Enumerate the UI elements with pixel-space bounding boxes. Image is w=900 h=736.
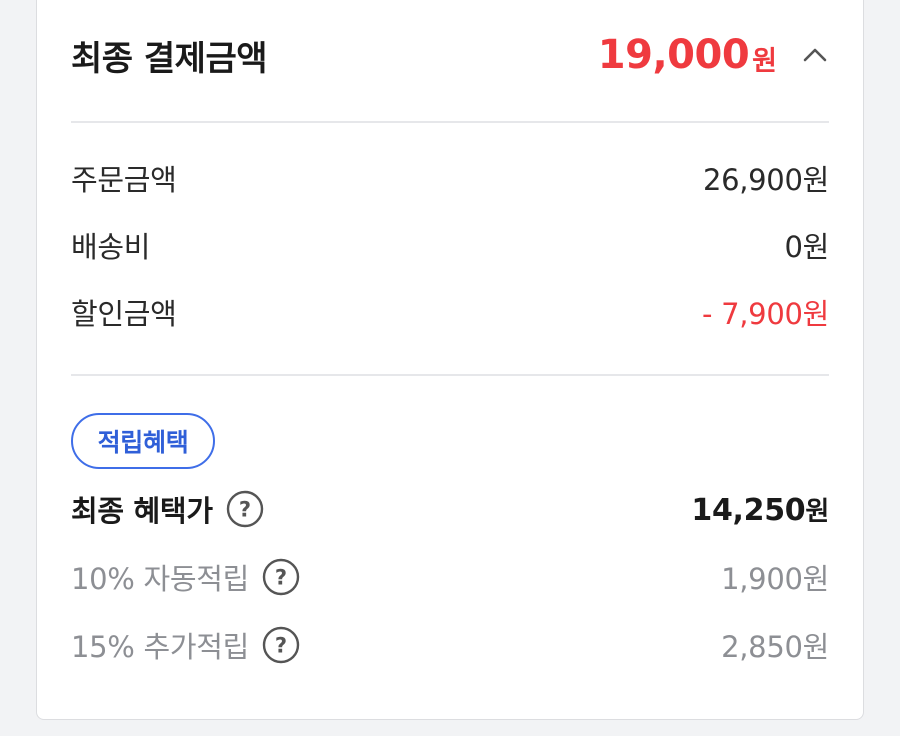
auto-reward-row: 10% 자동적립 ? 1,900원 bbox=[71, 557, 829, 597]
final-payment-amount: 19,000 bbox=[597, 32, 750, 78]
discount-amount-label: 할인금액 bbox=[71, 297, 177, 331]
extra-reward-label-group: 15% 추가적립 ? bbox=[71, 624, 301, 666]
payment-summary-header[interactable]: 최종 결제금액 19,000 원 bbox=[71, 23, 829, 87]
order-amount-label: 주문금액 bbox=[71, 163, 177, 197]
divider bbox=[71, 121, 829, 123]
help-circle-icon[interactable]: ? bbox=[225, 489, 265, 529]
order-amount-value: 26,900원 bbox=[702, 163, 829, 197]
final-benefit-label: 최종 혜택가 bbox=[71, 494, 213, 528]
extra-reward-value: 2,850원 bbox=[721, 630, 829, 664]
order-amount-row: 주문금액 26,900원 bbox=[71, 158, 829, 198]
final-benefit-row: 최종 혜택가 ? 14,250원 bbox=[71, 489, 829, 529]
auto-reward-label-group: 10% 자동적립 ? bbox=[71, 556, 301, 598]
final-payment-total: 19,000 원 bbox=[598, 32, 829, 78]
divider bbox=[71, 374, 829, 376]
help-circle-icon[interactable]: ? bbox=[261, 557, 301, 597]
svg-text:?: ? bbox=[239, 498, 251, 522]
payment-summary-card: 최종 결제금액 19,000 원 주문금액 26,900원 배송비 0원 할인금… bbox=[36, 0, 864, 720]
extra-reward-label: 15% 추가적립 bbox=[71, 630, 249, 664]
chevron-up-icon[interactable] bbox=[801, 41, 829, 69]
help-circle-icon[interactable]: ? bbox=[261, 625, 301, 665]
extra-reward-row: 15% 추가적립 ? 2,850원 bbox=[71, 625, 829, 665]
final-benefit-unit: 원 bbox=[805, 496, 829, 527]
final-benefit-value: 14,250원 bbox=[691, 491, 829, 528]
shipping-fee-row: 배송비 0원 bbox=[71, 225, 829, 265]
auto-reward-value: 1,900원 bbox=[721, 562, 829, 596]
final-benefit-label-group: 최종 혜택가 ? bbox=[71, 488, 265, 530]
final-payment-unit: 원 bbox=[752, 45, 777, 77]
final-benefit-amount: 14,250 bbox=[691, 492, 806, 528]
svg-text:?: ? bbox=[275, 634, 287, 658]
auto-reward-label: 10% 자동적립 bbox=[71, 562, 249, 596]
svg-text:?: ? bbox=[275, 566, 287, 590]
discount-amount-value: - 7,900원 bbox=[702, 297, 829, 331]
reward-benefit-badge: 적립혜택 bbox=[71, 413, 215, 469]
discount-amount-row: 할인금액 - 7,900원 bbox=[71, 292, 829, 332]
shipping-fee-label: 배송비 bbox=[71, 230, 151, 264]
final-payment-title: 최종 결제금액 bbox=[71, 38, 268, 79]
shipping-fee-value: 0원 bbox=[784, 230, 829, 264]
